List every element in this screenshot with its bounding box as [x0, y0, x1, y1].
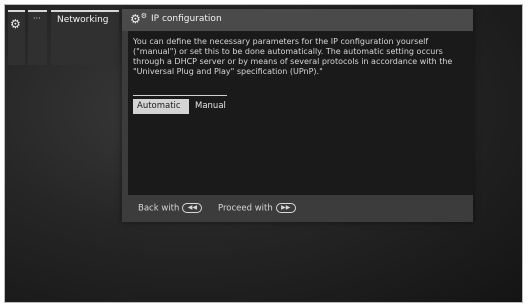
settings-gears-icon: ⚙⚙ [130, 12, 148, 26]
proceed-label: Proceed with [218, 203, 273, 214]
gear-icon: ⚙ [10, 17, 21, 31]
options-divider [133, 95, 227, 96]
rewind-key-icon: ◀◀ [182, 203, 203, 213]
option-manual[interactable]: Manual [191, 99, 235, 114]
dialog-title: IP configuration [151, 14, 222, 24]
back-hint: Back with ◀◀ [138, 203, 203, 214]
networking-label: Networking [57, 15, 109, 25]
more-tile[interactable]: ··· [28, 10, 47, 65]
more-label: ··· [33, 14, 41, 23]
ip-configuration-dialog: ⚙⚙ IP configuration You can define the n… [122, 9, 473, 222]
dialog-header: ⚙⚙ IP configuration [122, 9, 473, 31]
dialog-body: You can define the necessary parameters … [128, 31, 473, 195]
option-automatic[interactable]: Automatic [133, 99, 189, 114]
fast-forward-key-icon: ▶▶ [275, 203, 296, 213]
proceed-hint: Proceed with ▶▶ [218, 203, 296, 214]
networking-tile[interactable]: Networking [51, 10, 119, 65]
back-label: Back with [138, 203, 180, 214]
dialog-footer: Back with ◀◀ Proceed with ▶▶ [122, 195, 473, 222]
tv-screen: ⚙ ··· Networking ⚙⚙ IP configuration You… [4, 4, 523, 303]
dialog-description: You can define the necessary parameters … [133, 37, 453, 76]
settings-tile[interactable]: ⚙ [8, 10, 25, 65]
